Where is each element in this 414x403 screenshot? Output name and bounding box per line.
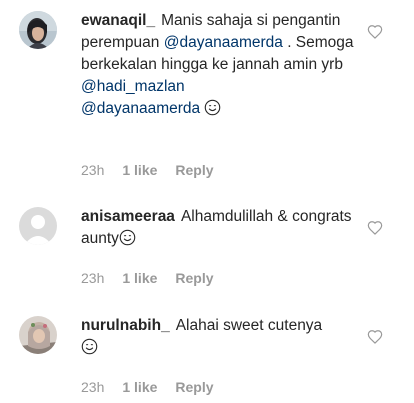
mention-link[interactable]: @hadi_mazlan: [81, 78, 185, 95]
mention-link[interactable]: @dayanaamerda: [164, 34, 283, 51]
smiling-face-emoji-icon: [81, 338, 98, 355]
comment-body: ewanaqil_ Manis sahaja si pengantin perem…: [81, 10, 361, 120]
comment-body: nurulnabih_ Alahai sweet cutenya: [81, 315, 361, 359]
comment-meta: 23h 1 like Reply: [81, 269, 232, 287]
avatar[interactable]: [19, 316, 57, 354]
comment-text: Alahai sweet cutenya: [175, 317, 323, 334]
user-photo-icon: [19, 11, 57, 49]
comment-timestamp: 23h: [81, 162, 105, 178]
comment-body: anisameeraa Alhamdulillah & congrats aunt…: [81, 206, 361, 250]
comment-likes-link[interactable]: 1 like: [122, 162, 157, 178]
reply-button[interactable]: Reply: [175, 379, 213, 395]
comment-username[interactable]: nurulnabih_: [81, 317, 170, 334]
heart-outline-icon[interactable]: [367, 220, 383, 236]
comment-meta: 23h 1 like Reply: [81, 161, 232, 179]
comment-likes-link[interactable]: 1 like: [122, 379, 157, 395]
smiling-face-emoji-icon: [205, 99, 221, 116]
comment-likes-link[interactable]: 1 like: [122, 270, 157, 286]
reply-button[interactable]: Reply: [175, 270, 213, 286]
avatar[interactable]: [19, 207, 57, 245]
avatar[interactable]: [19, 11, 57, 49]
mention-link[interactable]: @dayanaamerda: [81, 100, 200, 117]
default-avatar-icon: [19, 207, 57, 245]
heart-outline-icon[interactable]: [367, 329, 383, 345]
comment-username[interactable]: ewanaqil_: [81, 12, 155, 29]
comment-username[interactable]: anisameeraa: [81, 208, 175, 225]
smiling-face-emoji-icon: [119, 229, 136, 246]
comment-timestamp: 23h: [81, 379, 105, 395]
reply-button[interactable]: Reply: [175, 162, 213, 178]
comment-timestamp: 23h: [81, 270, 105, 286]
user-photo-icon: [19, 316, 57, 354]
heart-outline-icon[interactable]: [367, 24, 383, 40]
comment-meta: 23h 1 like Reply: [81, 378, 232, 396]
